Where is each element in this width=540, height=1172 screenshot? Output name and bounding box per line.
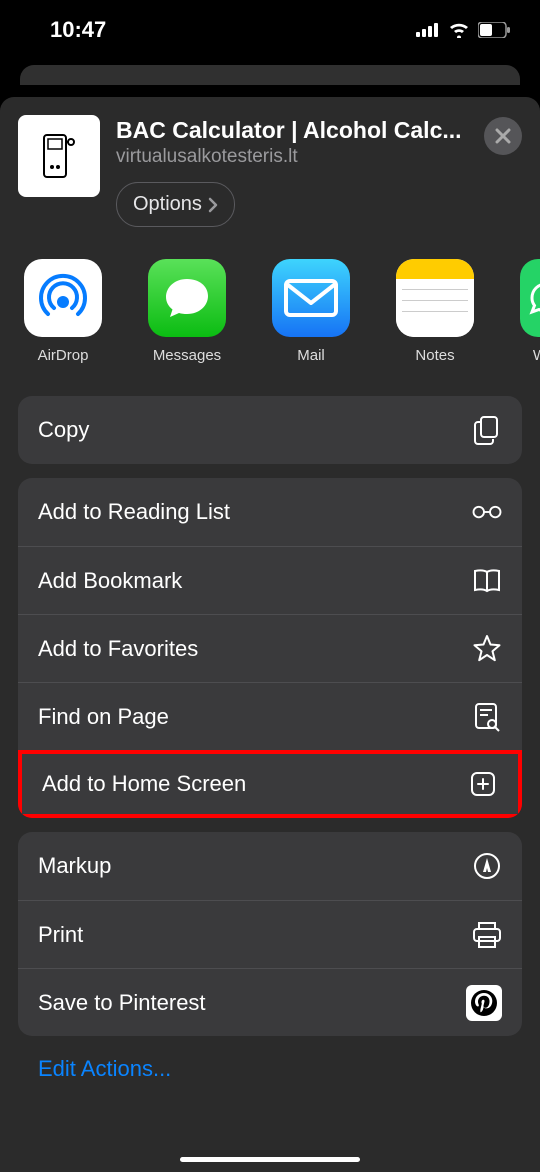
share-header: BAC Calculator | Alcohol Calc... virtual… xyxy=(0,97,540,237)
share-target-whatsapp[interactable]: W xyxy=(520,259,540,364)
markup-row[interactable]: Markup xyxy=(18,832,522,900)
pinterest-row[interactable]: Save to Pinterest xyxy=(18,968,522,1036)
share-sheet: BAC Calculator | Alcohol Calc... virtual… xyxy=(0,97,540,1172)
status-icons xyxy=(416,22,510,38)
find-on-page-row[interactable]: Find on Page xyxy=(18,682,522,750)
star-icon xyxy=(472,634,502,664)
pinterest-icon xyxy=(466,985,502,1021)
home-screen-row[interactable]: Add to Home Screen xyxy=(18,750,522,818)
page-url: virtualusalkotesteris.lt xyxy=(116,146,468,168)
battery-icon xyxy=(478,22,510,38)
markup-label: Markup xyxy=(38,853,111,879)
reading-list-label: Add to Reading List xyxy=(38,499,230,525)
find-icon xyxy=(472,702,502,732)
share-target-messages[interactable]: Messages xyxy=(148,259,226,364)
messages-icon xyxy=(162,275,212,321)
book-icon xyxy=(472,566,502,596)
print-row[interactable]: Print xyxy=(18,900,522,968)
signal-icon xyxy=(416,23,440,37)
markup-icon xyxy=(472,851,502,881)
messages-label: Messages xyxy=(153,347,221,364)
glasses-icon xyxy=(472,497,502,527)
edit-actions-link[interactable]: Edit Actions... xyxy=(0,1036,540,1090)
bookmark-label: Add Bookmark xyxy=(38,568,182,594)
copy-icon xyxy=(472,415,502,445)
action-group-2: Markup Print Save to Pinterest xyxy=(18,832,522,1036)
share-targets: AirDrop Messages Mail Notes xyxy=(0,237,540,386)
status-bar: 10:47 xyxy=(0,0,540,60)
favorites-label: Add to Favorites xyxy=(38,636,198,662)
share-target-notes[interactable]: Notes xyxy=(396,259,474,364)
copy-label: Copy xyxy=(38,417,89,443)
home-screen-label: Add to Home Screen xyxy=(42,771,246,797)
share-target-airdrop[interactable]: AirDrop xyxy=(24,259,102,364)
mail-icon xyxy=(284,279,338,317)
print-label: Print xyxy=(38,922,83,948)
options-button[interactable]: Options xyxy=(116,182,235,227)
options-label: Options xyxy=(133,193,202,216)
app-icon xyxy=(18,115,100,197)
reading-list-row[interactable]: Add to Reading List xyxy=(18,478,522,546)
mail-label: Mail xyxy=(297,347,325,364)
print-icon xyxy=(472,920,502,950)
favorites-row[interactable]: Add to Favorites xyxy=(18,614,522,682)
pinterest-label: Save to Pinterest xyxy=(38,990,206,1016)
wifi-icon xyxy=(448,22,470,38)
copy-row[interactable]: Copy xyxy=(18,396,522,464)
whatsapp-icon xyxy=(522,280,540,316)
notes-label: Notes xyxy=(415,347,454,364)
close-button[interactable] xyxy=(484,117,522,155)
chevron-right-icon xyxy=(208,197,218,213)
airdrop-label: AirDrop xyxy=(38,347,89,364)
bookmark-row[interactable]: Add Bookmark xyxy=(18,546,522,614)
share-target-mail[interactable]: Mail xyxy=(272,259,350,364)
action-group-1: Add to Reading List Add Bookmark Add to … xyxy=(18,478,522,818)
status-time: 10:47 xyxy=(50,17,106,43)
airdrop-icon xyxy=(35,270,91,326)
page-title: BAC Calculator | Alcohol Calc... xyxy=(116,117,468,144)
tab-backdrop xyxy=(20,65,520,85)
whatsapp-label: W xyxy=(533,347,540,364)
plus-square-icon xyxy=(468,769,498,799)
close-icon xyxy=(495,128,511,144)
action-group-0: Copy xyxy=(18,396,522,464)
find-label: Find on Page xyxy=(38,704,169,730)
home-indicator[interactable] xyxy=(180,1157,360,1162)
